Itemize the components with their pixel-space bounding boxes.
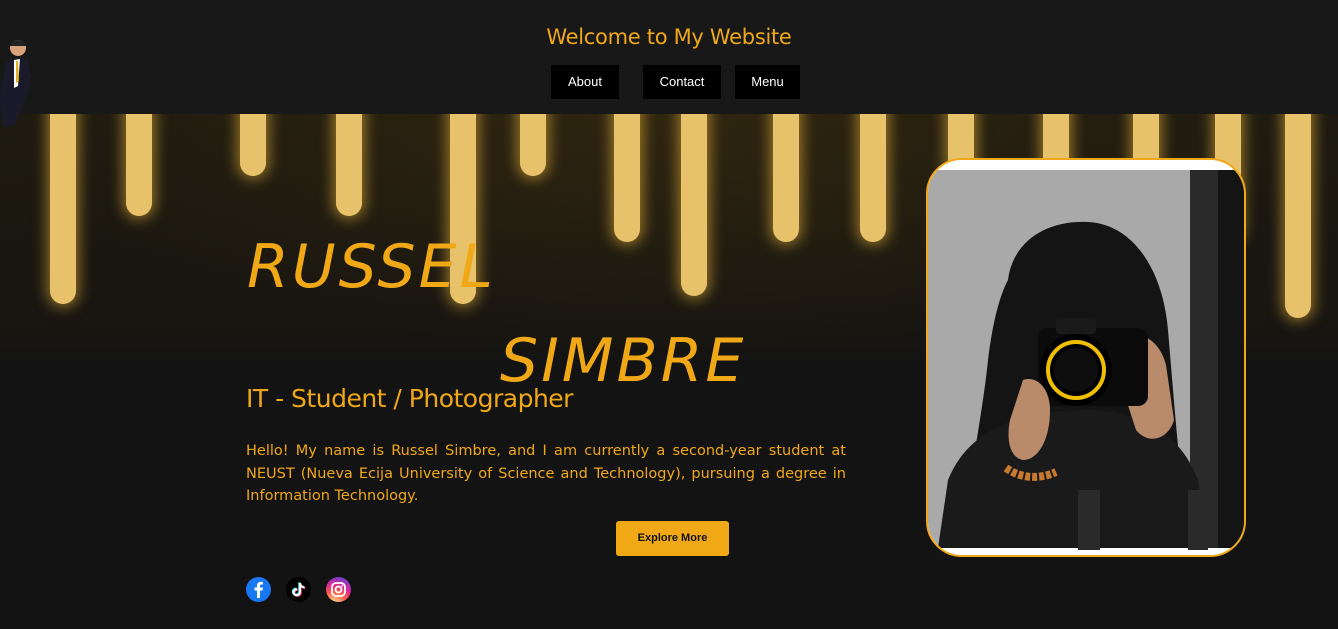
hanging-light [336,114,362,216]
site-title: Welcome to My Website [546,25,792,49]
hero-bio: Hello! My name is Russel Simbre, and I a… [246,443,846,504]
nav-contact-button[interactable]: Contact [643,65,721,99]
hanging-light [126,114,152,216]
profile-photo-image [928,160,1244,555]
hanging-light [860,114,886,242]
nav-menu-button[interactable]: Menu [735,65,800,99]
hero-first-name: RUSSEL [247,232,496,302]
instagram-icon[interactable] [326,577,351,602]
logo-image[interactable] [0,36,34,126]
hero-last-name: SIMBRE [500,326,747,396]
explore-more-button[interactable]: Explore More [616,521,729,556]
hanging-light [240,114,266,176]
tiktok-icon[interactable] [286,577,311,602]
hanging-light [681,114,707,296]
hanging-light [1285,114,1311,318]
hanging-light [50,114,76,304]
nav-about-button[interactable]: About [551,65,619,99]
hanging-light [773,114,799,242]
hanging-light [614,114,640,242]
profile-photo [926,158,1246,557]
hanging-light [520,114,546,176]
facebook-icon[interactable] [246,577,271,602]
site-header: Welcome to My Website About Contact Menu [0,0,1338,114]
